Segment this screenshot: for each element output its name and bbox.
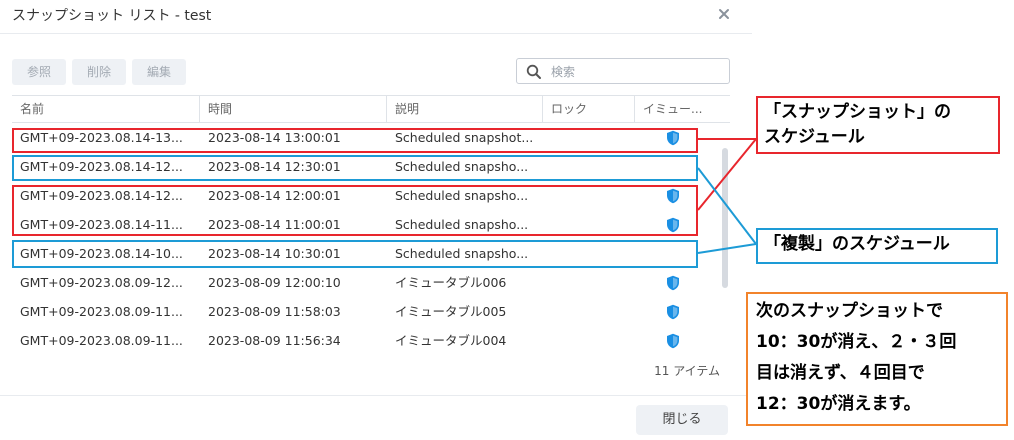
callout-note-line-1: 次のスナップショットで — [756, 301, 943, 321]
callout-replication-schedule-text: 「複製」のスケジュール — [764, 234, 950, 254]
callout-snapshot-schedule-line-1: 「スナップショット」の — [764, 102, 951, 122]
callout-replication-schedule: 「複製」のスケジュール — [756, 228, 998, 264]
callout-note-line-4: 12：30が消えます。 — [756, 394, 921, 414]
callout-note-line-3: 目は消えず、４回目で — [756, 363, 925, 383]
callout-snapshot-schedule: 「スナップショット」の スケジュール — [756, 96, 1000, 154]
callout-note: 次のスナップショットで 10：30が消え、２・３回 目は消えず、４回目で 12：… — [746, 292, 1008, 426]
callout-note-line-2: 10：30が消え、２・３回 — [756, 332, 957, 352]
callout-snapshot-schedule-line-2: スケジュール — [764, 127, 865, 147]
